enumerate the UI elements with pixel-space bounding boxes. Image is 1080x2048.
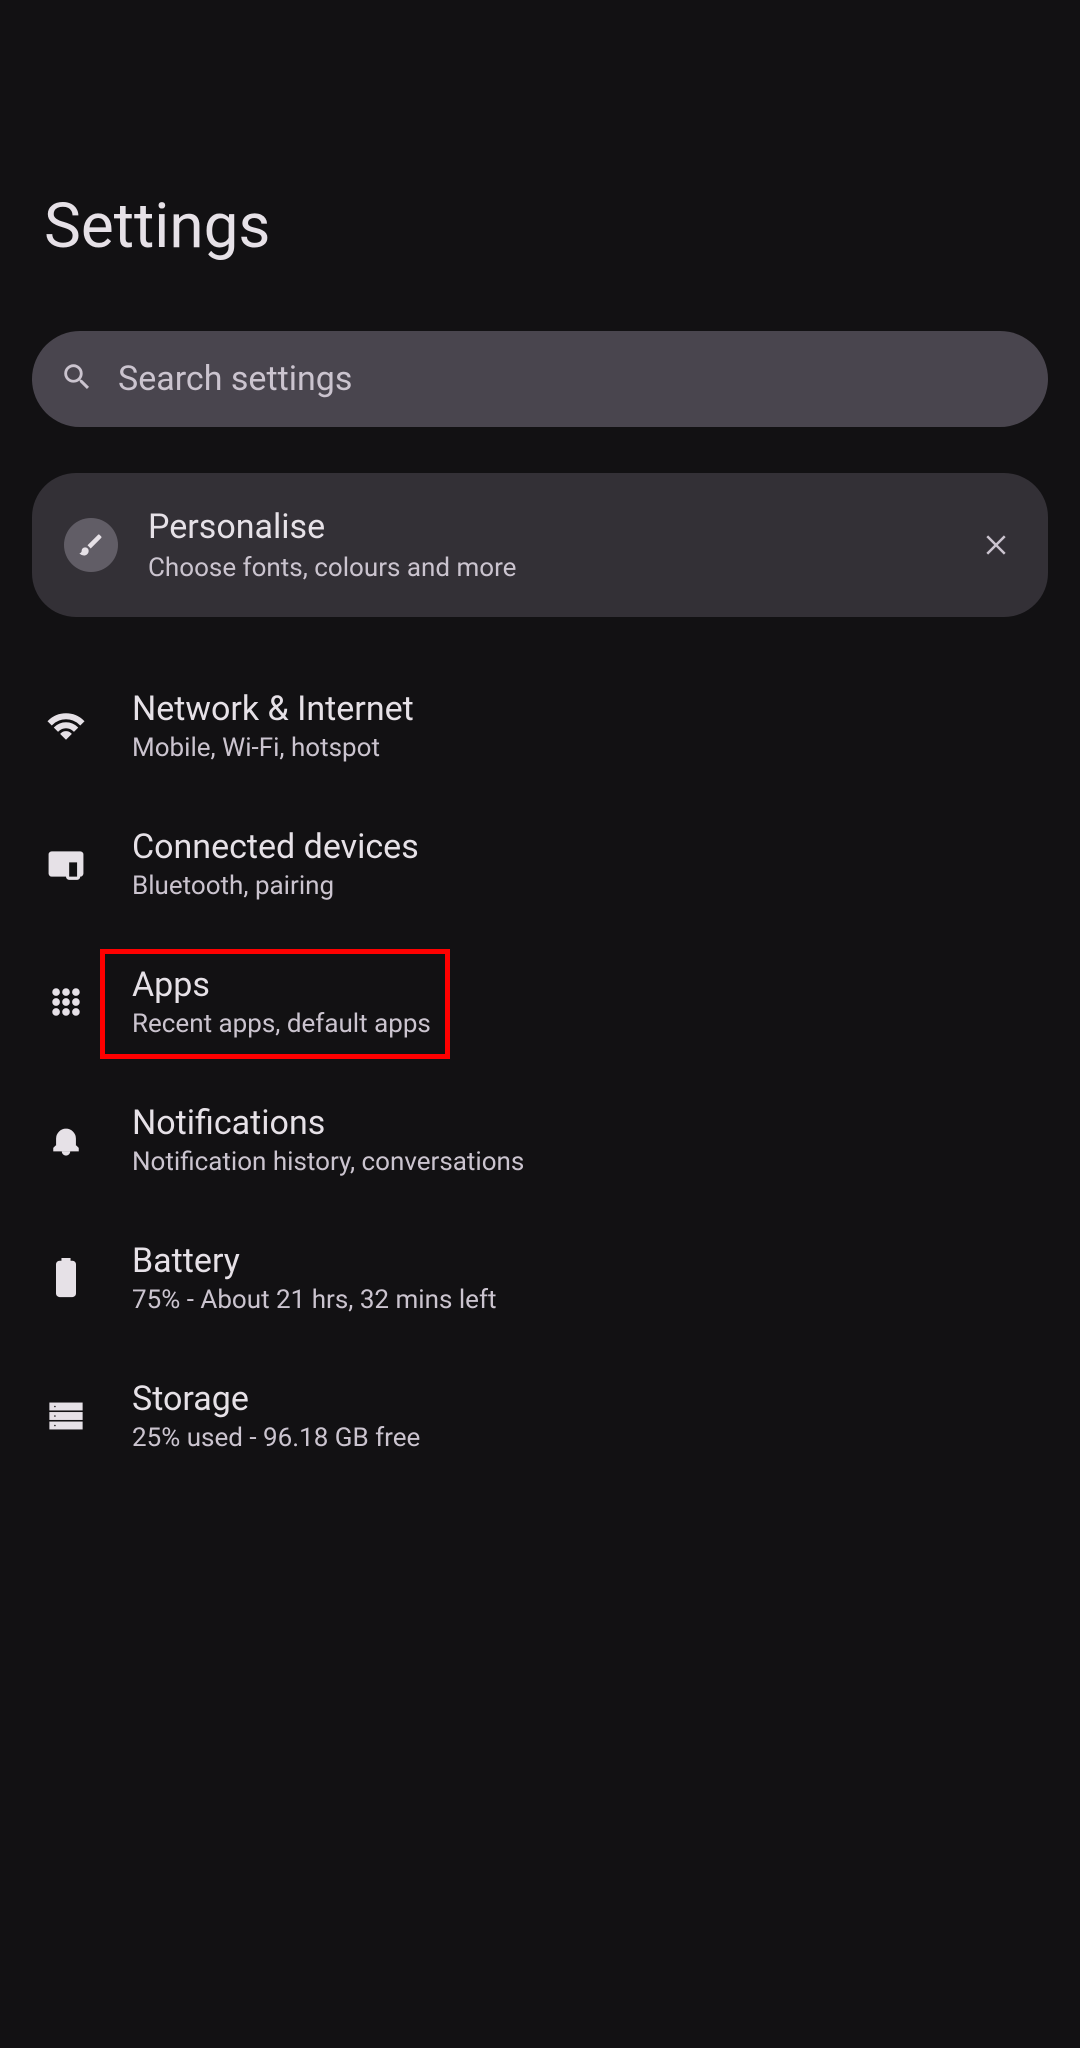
item-title: Storage <box>132 1379 420 1419</box>
item-title: Battery <box>132 1241 497 1281</box>
wifi-icon <box>44 704 88 748</box>
item-subtitle: 75% - About 21 hrs, 32 mins left <box>132 1285 497 1315</box>
item-subtitle: Recent apps, default apps <box>132 1009 431 1039</box>
item-subtitle: 25% used - 96.18 GB free <box>132 1423 420 1453</box>
brush-icon <box>64 518 118 572</box>
personalise-subtitle: Choose fonts, colours and more <box>148 553 946 583</box>
search-bar[interactable]: Search settings <box>32 331 1048 427</box>
search-icon <box>60 360 94 398</box>
page-title: Settings <box>0 190 1080 331</box>
item-subtitle: Mobile, Wi-Fi, hotspot <box>132 733 414 763</box>
item-title: Connected devices <box>132 827 419 867</box>
item-title: Apps <box>132 965 431 1005</box>
storage-icon <box>44 1394 88 1438</box>
item-battery[interactable]: Battery 75% - About 21 hrs, 32 mins left <box>0 1209 1080 1347</box>
settings-list: Network & Internet Mobile, Wi-Fi, hotspo… <box>0 657 1080 1485</box>
search-input[interactable]: Search settings <box>118 359 1020 399</box>
personalise-text: Personalise Choose fonts, colours and mo… <box>148 507 946 583</box>
item-notifications[interactable]: Notifications Notification history, conv… <box>0 1071 1080 1209</box>
devices-icon <box>44 842 88 886</box>
item-apps[interactable]: Apps Recent apps, default apps <box>0 933 1080 1071</box>
battery-icon <box>44 1256 88 1300</box>
item-storage[interactable]: Storage 25% used - 96.18 GB free <box>0 1347 1080 1485</box>
apps-icon <box>44 980 88 1024</box>
item-title: Network & Internet <box>132 689 414 729</box>
personalise-card[interactable]: Personalise Choose fonts, colours and mo… <box>32 473 1048 617</box>
item-title: Notifications <box>132 1103 524 1143</box>
personalise-title: Personalise <box>148 507 946 547</box>
settings-screen: Settings Search settings Personalise Cho… <box>0 0 1080 2048</box>
bell-icon <box>44 1118 88 1162</box>
item-subtitle: Notification history, conversations <box>132 1147 524 1177</box>
item-connected-devices[interactable]: Connected devices Bluetooth, pairing <box>0 795 1080 933</box>
item-subtitle: Bluetooth, pairing <box>132 871 419 901</box>
item-network-internet[interactable]: Network & Internet Mobile, Wi-Fi, hotspo… <box>0 657 1080 795</box>
close-icon[interactable] <box>976 530 1016 560</box>
